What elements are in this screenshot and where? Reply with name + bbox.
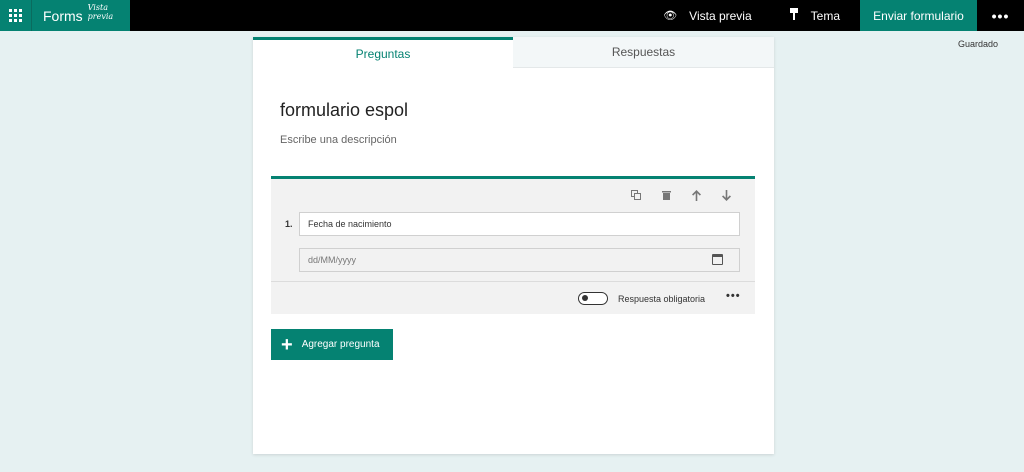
question-title-input[interactable]: Fecha de nacimiento xyxy=(299,212,740,236)
arrow-down-icon[interactable] xyxy=(711,187,741,203)
form-title[interactable]: formulario espol xyxy=(280,100,408,121)
top-spacer xyxy=(130,0,663,31)
question-toolbar xyxy=(621,187,741,203)
question-card[interactable]: 1. Fecha de nacimiento dd/MM/yyyy Respue… xyxy=(271,176,755,314)
date-answer-field[interactable]: dd/MM/yyyy xyxy=(299,248,740,272)
preview-label: Vista previa xyxy=(689,8,752,23)
add-question-label: Agregar pregunta xyxy=(301,339,380,350)
more-options-button[interactable]: ••• xyxy=(977,0,1024,31)
date-placeholder: dd/MM/yyyy xyxy=(308,255,357,265)
question-number: 1. xyxy=(285,219,293,229)
required-toggle[interactable] xyxy=(578,292,608,305)
paint-brush-icon xyxy=(789,8,799,23)
arrow-up-icon[interactable] xyxy=(681,187,711,203)
theme-button[interactable]: Tema xyxy=(789,0,860,31)
saved-status: Guardado xyxy=(958,39,999,49)
tab-responses[interactable]: Respuestas xyxy=(513,37,774,68)
tab-questions[interactable]: Preguntas xyxy=(253,37,513,68)
app-name: Forms xyxy=(43,7,83,24)
preview-button[interactable]: 👁 Vista previa xyxy=(663,0,788,31)
brand[interactable]: Forms Vista previa xyxy=(31,0,130,31)
question-divider xyxy=(271,281,755,282)
form-card: Preguntas Respuestas formulario espol Es… xyxy=(253,37,774,454)
tab-bar: Preguntas Respuestas xyxy=(253,37,774,68)
copy-icon[interactable] xyxy=(621,187,651,203)
top-bar: Forms Vista previa 👁 Vista previa Tema E… xyxy=(0,0,1024,31)
theme-label: Tema xyxy=(810,8,840,23)
send-form-button[interactable]: Enviar formulario xyxy=(860,0,977,31)
waffle-icon xyxy=(9,9,22,22)
question-more-button[interactable]: ••• xyxy=(726,290,741,302)
toggle-knob xyxy=(582,295,588,301)
app-launcher-button[interactable] xyxy=(0,0,31,31)
plus-icon: + xyxy=(281,333,293,356)
delete-icon[interactable] xyxy=(651,187,681,203)
calendar-icon[interactable] xyxy=(712,254,723,265)
required-label: Respuesta obligatoria xyxy=(618,294,706,304)
form-description[interactable]: Escribe una descripción xyxy=(280,134,397,146)
eye-icon: 👁 xyxy=(663,10,678,22)
add-question-button[interactable]: + Agregar pregunta xyxy=(271,329,393,360)
mode-label: Vista previa xyxy=(87,2,114,21)
